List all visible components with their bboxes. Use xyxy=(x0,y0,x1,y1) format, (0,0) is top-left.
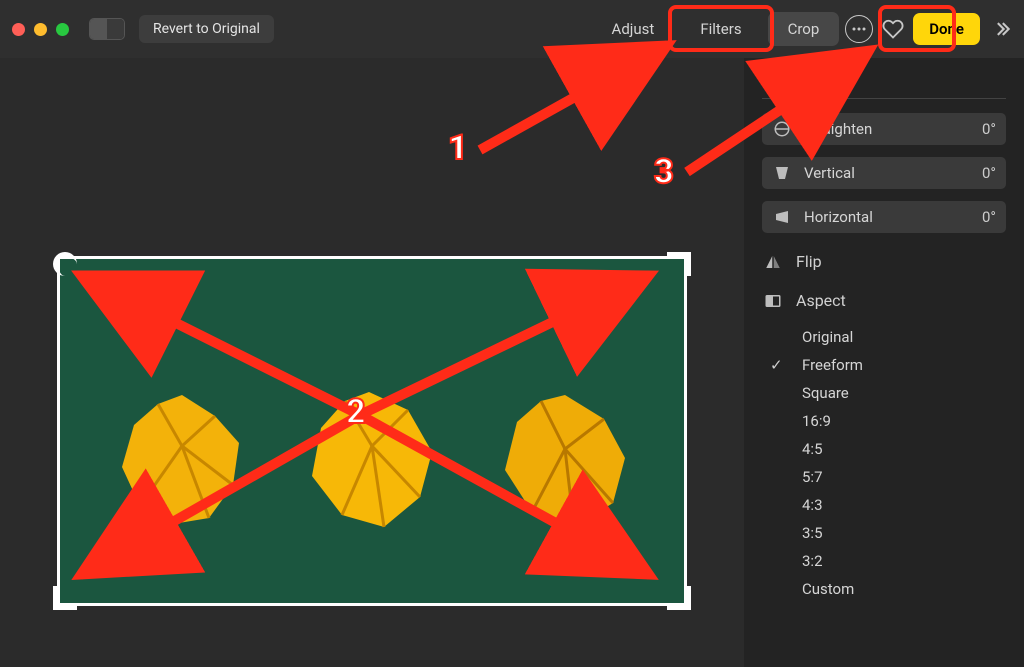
flip-button[interactable]: Flip xyxy=(762,245,1006,278)
revert-button[interactable]: Revert to Original xyxy=(139,15,274,43)
flip-icon xyxy=(762,253,784,271)
window-controls xyxy=(12,23,69,36)
aspect-option[interactable]: 4:3 xyxy=(762,491,1006,519)
horizontal-control[interactable]: Horizontal 0° xyxy=(762,201,1006,233)
vertical-skew-icon xyxy=(772,164,792,182)
crop-handle-bottom-right[interactable] xyxy=(667,586,691,610)
toolbar-overflow-button[interactable] xyxy=(992,19,1012,39)
image-object-center xyxy=(297,386,447,536)
aspect-option[interactable]: 5:7 xyxy=(762,463,1006,491)
flip-label: Flip xyxy=(796,252,1006,271)
aspect-menu[interactable]: Aspect xyxy=(762,284,1006,317)
fullscreen-window-button[interactable] xyxy=(56,23,69,36)
more-options-button[interactable] xyxy=(845,15,873,43)
vertical-control[interactable]: Vertical 0° xyxy=(762,157,1006,189)
checkmark-icon: ✓ xyxy=(770,356,790,374)
aspect-option-label: 3:2 xyxy=(802,552,1006,570)
top-toolbar: Revert to Original Adjust Filters Crop D… xyxy=(0,0,1024,58)
ellipsis-icon xyxy=(852,27,866,31)
done-button[interactable]: Done xyxy=(913,13,980,45)
horizontal-value: 0° xyxy=(982,208,996,226)
aspect-option[interactable]: 16:9 xyxy=(762,407,1006,435)
vertical-value: 0° xyxy=(982,164,996,182)
image-canvas xyxy=(0,238,744,667)
aspect-option[interactable]: 4:5 xyxy=(762,435,1006,463)
straighten-label: Straighten xyxy=(804,120,970,138)
aspect-option-label: Original xyxy=(802,328,1006,346)
crop-handle-bottom-left[interactable] xyxy=(53,586,77,610)
image-object-right xyxy=(487,386,637,536)
aspect-option[interactable]: Custom xyxy=(762,575,1006,603)
favorite-button[interactable] xyxy=(879,15,907,43)
straighten-value: 0° xyxy=(982,120,996,138)
heart-icon xyxy=(882,18,904,40)
crop-handle-top-left[interactable] xyxy=(53,252,77,276)
chevron-double-right-icon xyxy=(992,19,1012,39)
crop-frame[interactable] xyxy=(57,256,687,606)
aspect-option-label: 5:7 xyxy=(802,468,1006,486)
aspect-option[interactable]: Square xyxy=(762,379,1006,407)
crop-handle-top-right[interactable] xyxy=(667,252,691,276)
straighten-icon xyxy=(772,120,792,138)
aspect-option-label: 16:9 xyxy=(802,412,1006,430)
close-window-button[interactable] xyxy=(12,23,25,36)
aspect-label: Aspect xyxy=(796,291,1006,310)
aspect-option-label: Custom xyxy=(802,580,1006,598)
aspect-options-list: Original ✓ Freeform Square 16:9 4:5 5:7 4:3 3:5 3… xyxy=(762,323,1006,603)
horizontal-label: Horizontal xyxy=(804,208,970,226)
image-content xyxy=(57,256,687,606)
aspect-option-label: Square xyxy=(802,384,1006,402)
vertical-label: Vertical xyxy=(804,164,970,182)
view-mode-toggle[interactable] xyxy=(89,18,125,40)
aspect-option-label: 4:3 xyxy=(802,496,1006,514)
aspect-option[interactable]: Original xyxy=(762,323,1006,351)
aspect-option[interactable]: 3:2 xyxy=(762,547,1006,575)
filters-tab[interactable]: Filters xyxy=(680,12,761,46)
aspect-option[interactable]: 3:5 xyxy=(762,519,1006,547)
aspect-option-label: 4:5 xyxy=(802,440,1006,458)
minimize-window-button[interactable] xyxy=(34,23,47,36)
panel-section-title: CROP xyxy=(762,74,1006,99)
crop-tab[interactable]: Crop xyxy=(768,12,840,46)
crop-side-panel: CROP Straighten 0° Vertical 0° Horizonta… xyxy=(744,58,1024,667)
straighten-control[interactable]: Straighten 0° xyxy=(762,113,1006,145)
aspect-icon xyxy=(762,292,784,310)
adjust-tab[interactable]: Adjust xyxy=(592,12,675,46)
horizontal-skew-icon xyxy=(772,208,792,226)
aspect-option-label: Freeform xyxy=(802,356,1006,374)
image-object-left xyxy=(107,386,257,536)
aspect-option[interactable]: ✓ Freeform xyxy=(762,351,1006,379)
aspect-option-label: 3:5 xyxy=(802,524,1006,542)
